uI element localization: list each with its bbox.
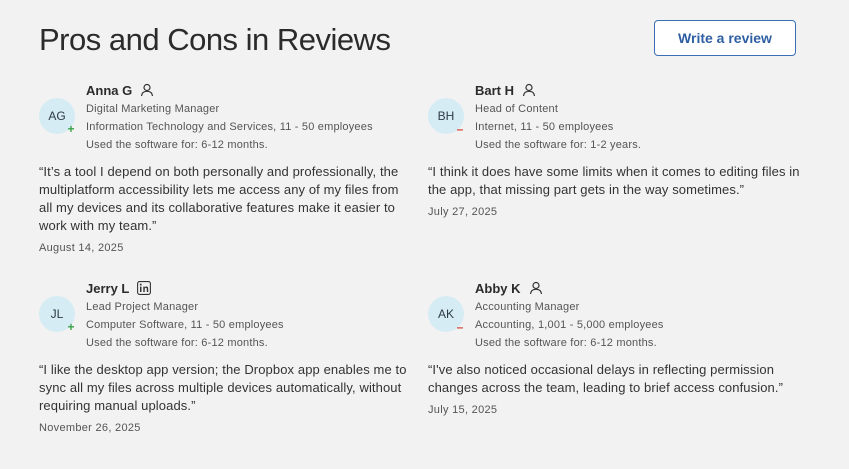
usage-duration: Used the software for: 6-12 months.	[86, 337, 268, 349]
review-quote: “I like the desktop app version; the Dro…	[39, 362, 407, 413]
reviewer-info: AK – Abby K Accounting Manager Accountin…	[428, 278, 800, 354]
con-sentiment-icon: –	[456, 122, 464, 136]
user-icon	[529, 281, 542, 295]
reviewer-role: Accounting Manager	[475, 301, 580, 313]
review-quote: “It’s a tool I depend on both personally…	[39, 164, 399, 233]
reviewer-info: AG + Anna G Digital Marketing Manager In…	[39, 80, 411, 156]
reviewer-name: Bart H	[475, 82, 515, 98]
write-review-button[interactable]: Write a review	[654, 20, 796, 56]
page-title: Pros and Cons in Reviews	[39, 22, 391, 57]
reviewer-company: Information Technology and Services, 11 …	[86, 121, 373, 133]
pro-sentiment-icon: +	[67, 122, 75, 136]
user-icon	[522, 83, 536, 97]
usage-duration: Used the software for: 6-12 months.	[86, 139, 268, 151]
reviewer-name: Abby K	[475, 280, 521, 296]
pro-sentiment-icon: +	[67, 320, 75, 334]
review-date: November 26, 2025	[39, 422, 141, 434]
review-date: July 27, 2025	[428, 206, 498, 218]
review-date: August 14, 2025	[39, 242, 124, 254]
review-card: AG + Anna G Digital Marketing Manager In…	[39, 80, 411, 254]
usage-duration: Used the software for: 6-12 months.	[475, 337, 657, 349]
reviewer-info: BH – Bart H Head of Content Internet, 11…	[428, 80, 800, 156]
reviewer-role: Lead Project Manager	[86, 301, 199, 313]
reviewer-role: Digital Marketing Manager	[86, 103, 220, 115]
review-card: BH – Bart H Head of Content Internet, 11…	[428, 80, 800, 218]
reviewer-company: Internet, 11 - 50 employees	[475, 121, 614, 133]
reviewer-name: Anna G	[86, 82, 133, 98]
review-quote: “I think it does have some limits when i…	[428, 164, 800, 197]
linkedin-icon[interactable]	[137, 281, 152, 295]
review-date: July 15, 2025	[428, 404, 498, 416]
reviewer-info: JL + Jerry L Lead Project Manager Comput…	[39, 278, 411, 354]
review-quote: “I've also noticed occasional delays in …	[428, 362, 784, 395]
review-card: AK – Abby K Accounting Manager Accountin…	[428, 278, 800, 416]
reviewer-role: Head of Content	[475, 103, 559, 115]
usage-duration: Used the software for: 1-2 years.	[475, 139, 642, 151]
con-sentiment-icon: –	[456, 320, 464, 334]
reviewer-company: Computer Software, 11 - 50 employees	[86, 319, 284, 331]
review-card: JL + Jerry L Lead Project Manager Comput…	[39, 278, 411, 434]
reviewer-company: Accounting, 1,001 - 5,000 employees	[475, 319, 664, 331]
user-icon	[141, 83, 154, 97]
reviewer-name: Jerry L	[86, 280, 130, 296]
